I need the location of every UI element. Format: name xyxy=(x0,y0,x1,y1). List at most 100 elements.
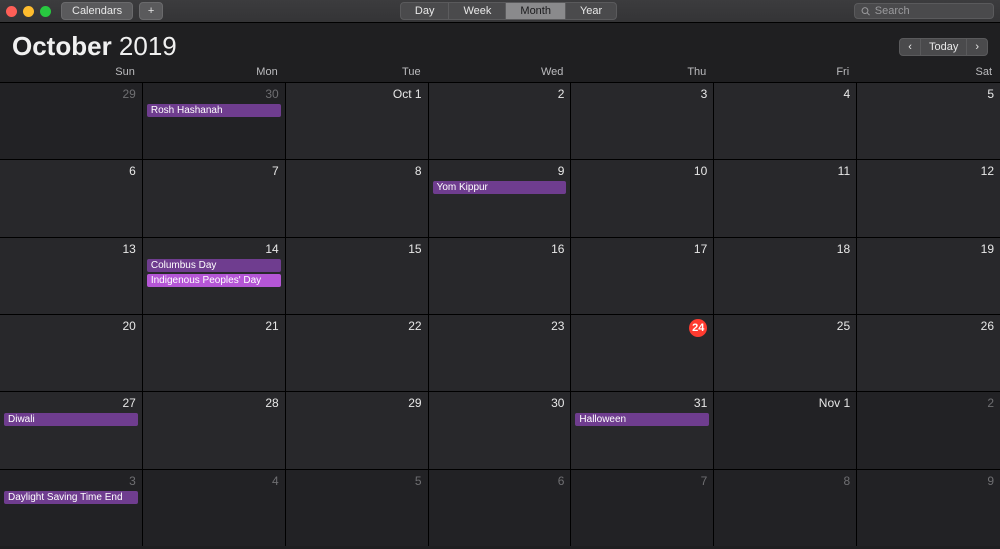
weekday-label: Tue xyxy=(286,66,429,78)
day-cell[interactable]: 6 xyxy=(0,159,143,236)
day-cell[interactable]: 8 xyxy=(286,159,429,236)
close-icon[interactable] xyxy=(6,6,17,17)
day-cell[interactable]: 2 xyxy=(857,391,1000,468)
day-cell[interactable]: 12 xyxy=(857,159,1000,236)
day-cell[interactable]: 25 xyxy=(714,314,857,391)
day-cell[interactable]: 22 xyxy=(286,314,429,391)
view-month-button[interactable]: Month xyxy=(506,3,566,19)
day-cell[interactable]: 4 xyxy=(714,82,857,159)
day-number: 25 xyxy=(714,319,850,335)
day-number: 20 xyxy=(0,319,136,335)
calendars-button[interactable]: Calendars xyxy=(61,2,133,20)
day-number: 31 xyxy=(571,396,707,412)
day-number: 27 xyxy=(0,396,136,412)
day-number: 22 xyxy=(286,319,422,335)
day-number-today: 24 xyxy=(571,319,707,339)
search-icon xyxy=(861,6,871,17)
day-number: 10 xyxy=(571,164,707,180)
day-cell[interactable]: 9 xyxy=(857,469,1000,546)
month-title: October 2019 xyxy=(12,31,177,62)
day-cell[interactable]: 7 xyxy=(143,159,286,236)
weekday-label: Sun xyxy=(0,66,143,78)
view-year-button[interactable]: Year xyxy=(566,3,616,19)
view-week-button[interactable]: Week xyxy=(449,3,506,19)
day-cell[interactable]: 3Daylight Saving Time End xyxy=(0,469,143,546)
prev-month-button[interactable]: ‹ xyxy=(899,38,921,56)
calendar-event[interactable]: Halloween xyxy=(575,413,709,426)
day-number: 8 xyxy=(714,474,850,490)
today-button[interactable]: Today xyxy=(921,38,966,56)
day-cell[interactable]: 19 xyxy=(857,237,1000,314)
weekday-label: Fri xyxy=(714,66,857,78)
minimize-icon[interactable] xyxy=(23,6,34,17)
day-number: 29 xyxy=(286,396,422,412)
day-cell[interactable]: 5 xyxy=(857,82,1000,159)
day-number: 13 xyxy=(0,242,136,258)
day-cell[interactable]: 7 xyxy=(571,469,714,546)
calendar-event[interactable]: Rosh Hashanah xyxy=(147,104,281,117)
day-cell[interactable]: 15 xyxy=(286,237,429,314)
weekday-label: Thu xyxy=(571,66,714,78)
calendar-event[interactable]: Daylight Saving Time End xyxy=(4,491,138,504)
day-number: 6 xyxy=(0,164,136,180)
day-cell[interactable]: 27Diwali xyxy=(0,391,143,468)
day-number: 5 xyxy=(857,87,994,103)
calendar-event[interactable]: Diwali xyxy=(4,413,138,426)
day-cell[interactable]: 30 xyxy=(429,391,572,468)
day-number: 26 xyxy=(857,319,994,335)
day-cell[interactable]: 24 xyxy=(571,314,714,391)
day-cell[interactable]: Oct 1 xyxy=(286,82,429,159)
day-number: 4 xyxy=(143,474,279,490)
maximize-icon[interactable] xyxy=(40,6,51,17)
day-number: 29 xyxy=(0,87,136,103)
day-cell[interactable]: 20 xyxy=(0,314,143,391)
day-number: 16 xyxy=(429,242,565,258)
day-cell[interactable]: 21 xyxy=(143,314,286,391)
day-cell[interactable]: 23 xyxy=(429,314,572,391)
calendar-event[interactable]: Indigenous Peoples' Day xyxy=(147,274,281,287)
day-cell[interactable]: 14Columbus DayIndigenous Peoples' Day xyxy=(143,237,286,314)
day-cell[interactable]: 29 xyxy=(0,82,143,159)
day-number: 2 xyxy=(429,87,565,103)
day-number: 11 xyxy=(714,164,850,180)
calendar-event[interactable]: Yom Kippur xyxy=(433,181,567,194)
next-month-button[interactable]: › xyxy=(966,38,988,56)
day-number: 2 xyxy=(857,396,994,412)
day-cell[interactable]: 17 xyxy=(571,237,714,314)
day-cell[interactable]: 16 xyxy=(429,237,572,314)
day-cell[interactable]: 29 xyxy=(286,391,429,468)
day-cell[interactable]: 9Yom Kippur xyxy=(429,159,572,236)
view-segmented-control: Day Week Month Year xyxy=(400,2,617,20)
day-cell[interactable]: 5 xyxy=(286,469,429,546)
weekday-label: Wed xyxy=(429,66,572,78)
day-cell[interactable]: 6 xyxy=(429,469,572,546)
day-cell[interactable]: 8 xyxy=(714,469,857,546)
day-number: 18 xyxy=(714,242,850,258)
search-input[interactable] xyxy=(875,5,987,17)
day-cell[interactable]: 2 xyxy=(429,82,572,159)
month-header: October 2019 ‹ Today › xyxy=(0,23,1000,66)
day-number: 4 xyxy=(714,87,850,103)
view-day-button[interactable]: Day xyxy=(401,3,450,19)
day-cell[interactable]: Nov 1 xyxy=(714,391,857,468)
day-cell[interactable]: 26 xyxy=(857,314,1000,391)
weekday-label: Sat xyxy=(857,66,1000,78)
day-cell[interactable]: 4 xyxy=(143,469,286,546)
day-cell[interactable]: 11 xyxy=(714,159,857,236)
day-cell[interactable]: 13 xyxy=(0,237,143,314)
day-number: 21 xyxy=(143,319,279,335)
day-number: 3 xyxy=(571,87,707,103)
day-cell[interactable]: 30Rosh Hashanah xyxy=(143,82,286,159)
day-number: 17 xyxy=(571,242,707,258)
search-field[interactable] xyxy=(854,3,994,19)
day-number: 5 xyxy=(286,474,422,490)
day-number: 30 xyxy=(429,396,565,412)
day-cell[interactable]: 3 xyxy=(571,82,714,159)
day-cell[interactable]: 10 xyxy=(571,159,714,236)
day-number: 9 xyxy=(857,474,994,490)
day-cell[interactable]: 31Halloween xyxy=(571,391,714,468)
day-cell[interactable]: 18 xyxy=(714,237,857,314)
add-event-button[interactable]: + xyxy=(139,2,163,20)
day-cell[interactable]: 28 xyxy=(143,391,286,468)
calendar-event[interactable]: Columbus Day xyxy=(147,259,281,272)
